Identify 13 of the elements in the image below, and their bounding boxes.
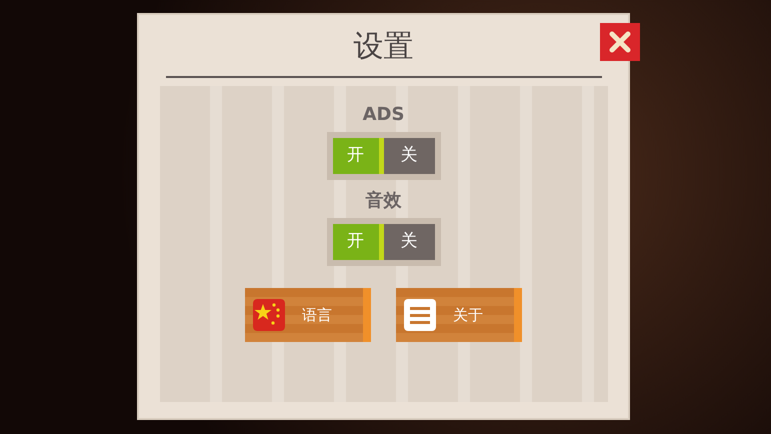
menu-button[interactable]: 关于 bbox=[396, 288, 522, 342]
menu-button[interactable]: 语言 bbox=[245, 288, 371, 342]
close-button[interactable] bbox=[600, 23, 640, 61]
menu-icon bbox=[404, 299, 436, 331]
toggle-option[interactable]: 关 bbox=[384, 138, 434, 174]
flag-icon bbox=[253, 299, 285, 331]
setting-label: ADS bbox=[362, 103, 404, 127]
toggle-switch[interactable]: 开 关 bbox=[326, 218, 440, 266]
toggle-option[interactable]: 关 bbox=[384, 224, 434, 260]
close-icon bbox=[608, 30, 632, 54]
dialog-title: 设置 bbox=[354, 28, 414, 66]
setting-label: 音效 bbox=[366, 189, 402, 213]
toggle-switch[interactable]: 开 关 bbox=[326, 132, 440, 180]
